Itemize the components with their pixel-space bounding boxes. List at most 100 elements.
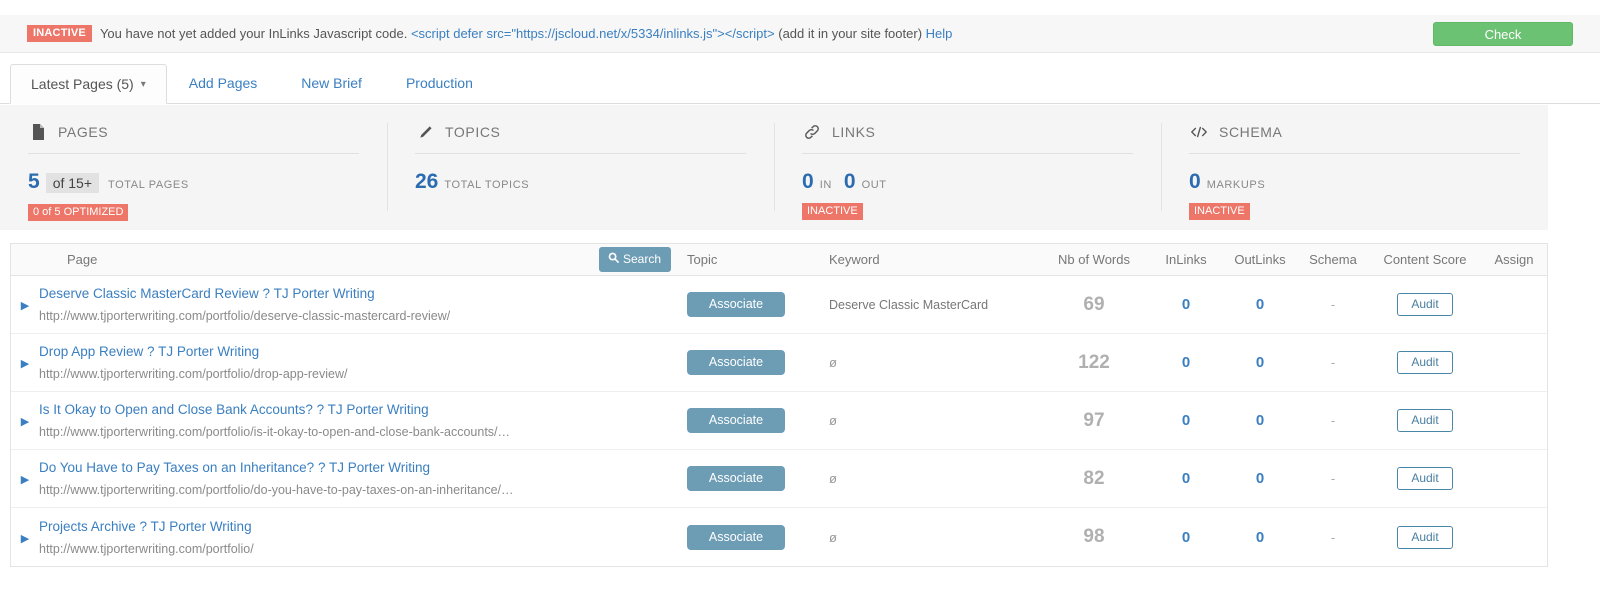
kpi-pages-value: 5	[28, 170, 40, 193]
search-icon	[608, 252, 619, 266]
chevron-right-icon[interactable]: ▶	[21, 358, 29, 370]
kpi-schema-value: 0	[1189, 170, 1201, 193]
link-icon	[802, 124, 822, 140]
kpi-pages-unit: TOTAL PAGES	[108, 179, 189, 191]
outlinks-value: 0	[1255, 528, 1265, 546]
code-icon	[1189, 125, 1209, 139]
schema-value: -	[1330, 297, 1336, 312]
table-row: ▶ Do You Have to Pay Taxes on an Inherita…	[11, 450, 1547, 508]
content-score-cell: Audit	[1369, 351, 1481, 374]
pencil-icon	[415, 125, 435, 140]
audit-button[interactable]: Audit	[1397, 467, 1453, 490]
associate-button[interactable]: Associate	[687, 292, 785, 317]
divider	[415, 153, 746, 154]
page-title-link[interactable]: Is It Okay to Open and Close Bank Accoun…	[39, 402, 599, 417]
column-header-outlinks[interactable]: OutLinks	[1223, 252, 1297, 267]
row-expander[interactable]: ▶	[11, 355, 39, 370]
outlinks-value: 0	[1255, 470, 1265, 487]
kpi-schema-title: SCHEMA	[1219, 124, 1283, 140]
associate-button[interactable]: Associate	[687, 466, 785, 491]
page-cell: Deserve Classic MasterCard Review ? TJ P…	[39, 286, 599, 323]
keyword-value: Deserve Classic MasterCard	[829, 298, 989, 312]
keyword-cell: Deserve Classic MasterCard	[829, 297, 1039, 312]
column-header-keyword[interactable]: Keyword	[829, 252, 1039, 267]
column-header-content-score[interactable]: Content Score	[1369, 252, 1481, 267]
outlinks-value: 0	[1255, 354, 1265, 371]
content-score-cell: Audit	[1369, 293, 1481, 316]
nb-of-words-value: 97	[1083, 409, 1105, 431]
page-cell: Is It Okay to Open and Close Bank Accoun…	[39, 402, 599, 439]
tab-latest-pages[interactable]: Latest Pages (5) ▾	[10, 64, 167, 104]
check-button[interactable]: Check	[1433, 22, 1573, 46]
kpi-pages-body: 5 of 15+ TOTAL PAGES	[28, 171, 359, 193]
associate-button[interactable]: Associate	[687, 408, 785, 433]
document-icon	[28, 124, 48, 140]
keyword-cell: ø	[829, 530, 1039, 545]
audit-button[interactable]: Audit	[1397, 293, 1453, 316]
tab-add-pages[interactable]: Add Pages	[167, 63, 280, 103]
row-expander[interactable]: ▶	[11, 530, 39, 545]
column-header-assign[interactable]: Assign	[1481, 252, 1547, 267]
page-url: http://www.tjporterwriting.com/portfolio…	[39, 367, 348, 381]
column-header-schema[interactable]: Schema	[1297, 252, 1369, 267]
page-url: http://www.tjporterwriting.com/portfolio…	[39, 541, 254, 556]
outlinks-cell: 0	[1223, 529, 1297, 546]
topic-cell: Associate	[687, 408, 829, 433]
inlinks-cell: 0	[1149, 470, 1223, 487]
keyword-cell: ø	[829, 355, 1039, 370]
search-button[interactable]: Search	[599, 247, 672, 272]
javascript-snippet: <script defer src="https://jscloud.net/x…	[410, 26, 775, 41]
schema-cell: -	[1297, 471, 1369, 486]
column-header-inlinks[interactable]: InLinks	[1149, 252, 1223, 267]
associate-button[interactable]: Associate	[687, 524, 785, 550]
pages-table: Page Search Topic Keyword Nb of Words In…	[10, 243, 1548, 567]
schema-value: -	[1330, 471, 1336, 486]
table-row: ▶ Deserve Classic MasterCard Review ? TJ …	[11, 276, 1547, 334]
kpi-outlinks-value: 0	[843, 170, 856, 193]
page-title-link[interactable]: Drop App Review ? TJ Porter Writing	[39, 344, 599, 359]
divider	[1189, 153, 1520, 154]
table-row: ▶ Is It Okay to Open and Close Bank Accou…	[11, 392, 1547, 450]
kpi-topics-value: 26	[415, 170, 439, 193]
content-score-cell: Audit	[1369, 409, 1481, 432]
column-header-topic[interactable]: Topic	[687, 252, 829, 267]
chevron-right-icon[interactable]: ▶	[21, 533, 29, 545]
inlinks-cell: 0	[1149, 529, 1223, 546]
associate-button[interactable]: Associate	[687, 350, 785, 375]
chevron-right-icon[interactable]: ▶	[21, 416, 29, 428]
tab-production[interactable]: Production	[384, 63, 495, 103]
kpi-outlinks-unit: OUT	[861, 179, 887, 191]
page-url: http://www.tjporterwriting.com/portfolio…	[39, 425, 511, 439]
page-cell: Projects Archive ? TJ Porter Writing http…	[39, 519, 599, 556]
page-title-link[interactable]: Deserve Classic MasterCard Review ? TJ P…	[39, 286, 599, 301]
chevron-right-icon[interactable]: ▶	[21, 300, 29, 312]
kpi-links-header: LINKS	[802, 121, 1133, 143]
row-expander[interactable]: ▶	[11, 413, 39, 428]
content-score-cell: Audit	[1369, 525, 1481, 549]
audit-button[interactable]: Audit	[1397, 351, 1453, 374]
kpi-pages-title: PAGES	[58, 124, 109, 140]
audit-button[interactable]: Audit	[1397, 409, 1453, 432]
page-cell: Do You Have to Pay Taxes on an Inheritan…	[39, 460, 599, 497]
column-header-nb-of-words[interactable]: Nb of Words	[1039, 252, 1149, 267]
nb-of-words-cell: 97	[1039, 410, 1149, 432]
row-expander[interactable]: ▶	[11, 471, 39, 486]
outlinks-cell: 0	[1223, 412, 1297, 429]
row-expander[interactable]: ▶	[11, 297, 39, 312]
schema-cell: -	[1297, 413, 1369, 428]
kpi-inlinks-value: 0	[802, 170, 814, 193]
page-cell: Drop App Review ? TJ Porter Writing http:…	[39, 344, 599, 381]
page-title-link[interactable]: Do You Have to Pay Taxes on an Inheritan…	[39, 460, 599, 475]
help-link[interactable]: Help	[926, 26, 953, 41]
tab-new-brief[interactable]: New Brief	[279, 63, 384, 103]
page-title-link[interactable]: Projects Archive ? TJ Porter Writing	[39, 519, 599, 534]
audit-button[interactable]: Audit	[1397, 525, 1453, 549]
topic-cell: Associate	[687, 524, 829, 550]
column-header-page[interactable]: Page	[39, 252, 599, 267]
notification-text: You have not yet added your InLinks Java…	[100, 26, 952, 41]
schema-cell: -	[1297, 530, 1369, 545]
schema-value: -	[1330, 355, 1336, 370]
kpi-links-sub: INACTIVE	[802, 202, 1133, 220]
keyword-value: ø	[829, 471, 837, 486]
chevron-right-icon[interactable]: ▶	[21, 474, 29, 486]
